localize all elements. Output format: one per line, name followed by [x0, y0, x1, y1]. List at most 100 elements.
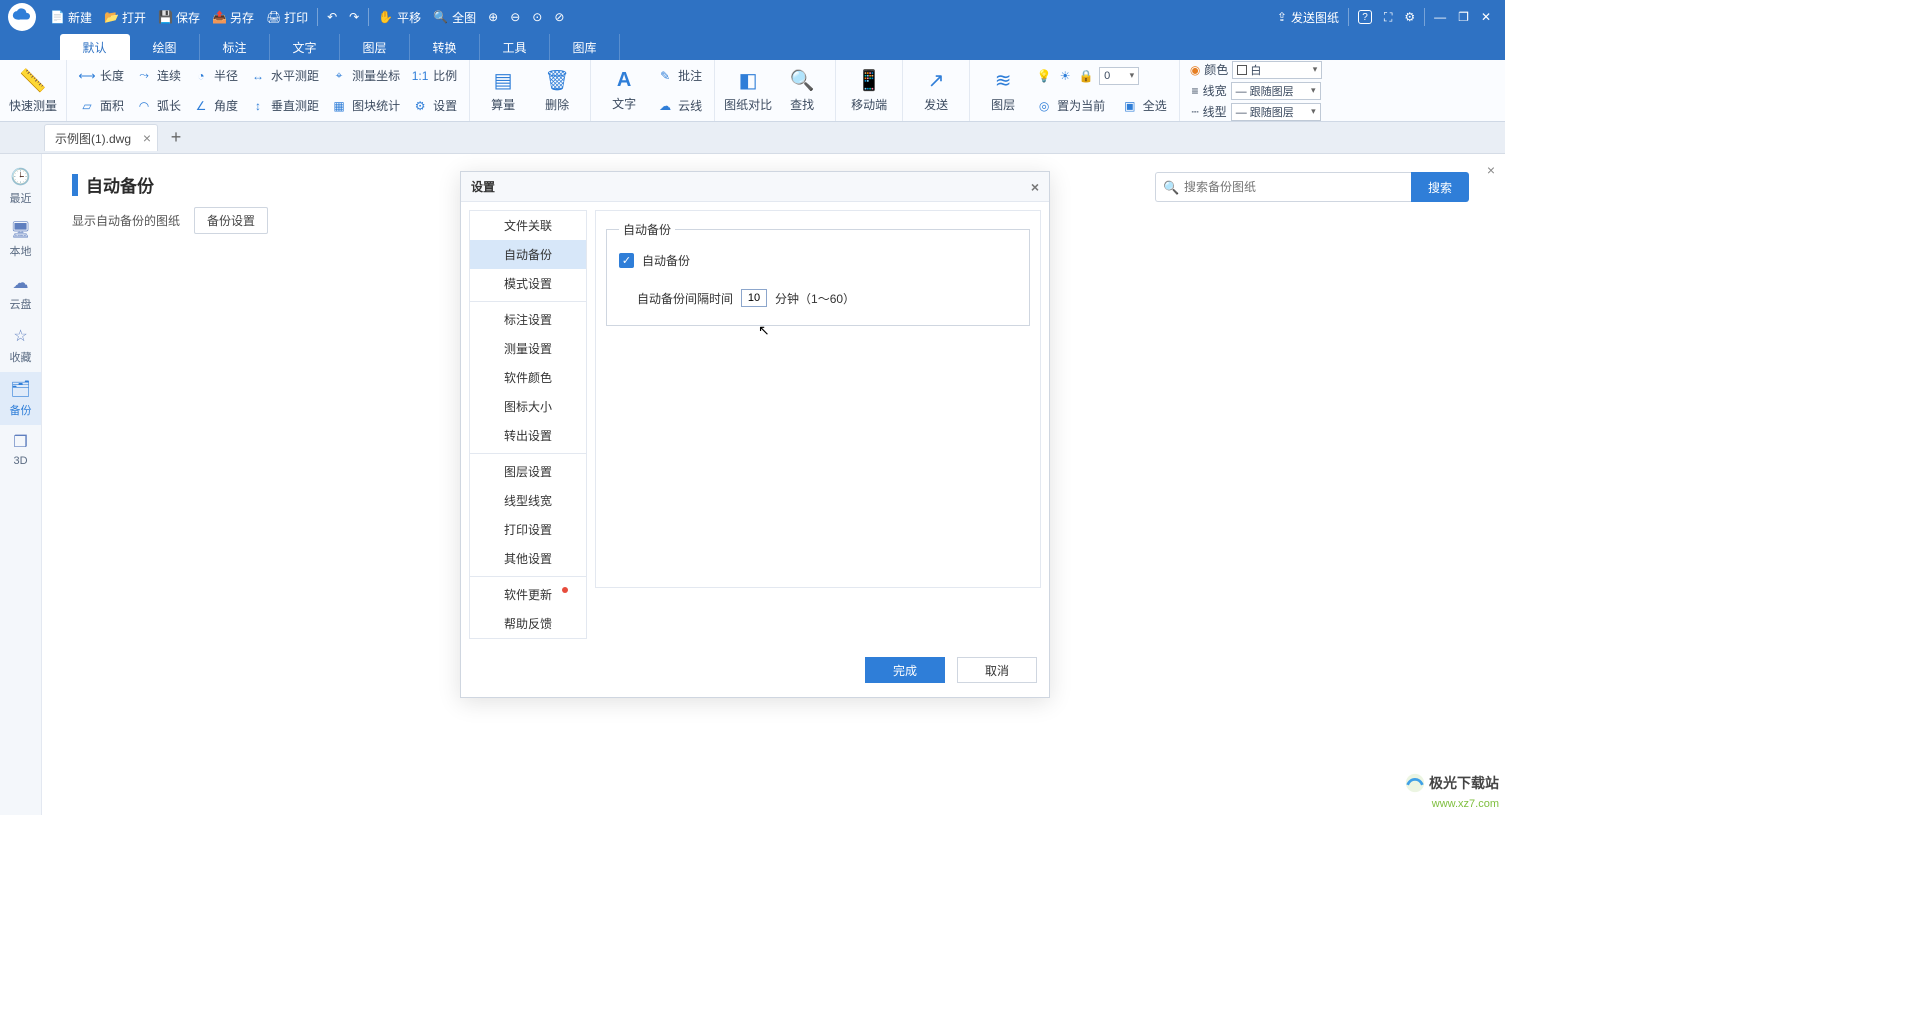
content-close-button[interactable]: ×	[1487, 162, 1495, 178]
nav-other[interactable]: 其他设置	[470, 544, 586, 573]
redo-button[interactable]: ↷	[343, 0, 365, 34]
rail-3d[interactable]: ❒3D	[0, 425, 41, 474]
nav-iconsize[interactable]: 图标大小	[470, 392, 586, 421]
rail-local[interactable]: 🖥本地	[0, 213, 41, 266]
nav-file-assoc[interactable]: 文件关联	[470, 211, 586, 240]
measure-area-button[interactable]: ▱面积	[73, 94, 130, 118]
nav-export[interactable]: 转出设置	[470, 421, 586, 450]
nav-update[interactable]: 软件更新	[470, 580, 586, 609]
interval-input[interactable]	[741, 289, 767, 307]
measure-radius-button[interactable]: ◔半径	[187, 64, 244, 88]
compare-button[interactable]: ◧图纸对比	[721, 62, 775, 120]
send-button[interactable]: ↗发送	[909, 62, 963, 120]
cancel-button[interactable]: 取消	[957, 657, 1037, 683]
layer-state-button[interactable]: 💡☀🔒0▾	[1030, 64, 1173, 88]
zoom-window-button[interactable]: ⊙	[526, 0, 548, 34]
zoom-in-button[interactable]: ⊕	[482, 0, 504, 34]
fieldset-legend: 自动备份	[619, 221, 675, 238]
nav-auto-backup[interactable]: 自动备份	[470, 240, 586, 269]
linetype-select[interactable]: — 跟随图层▾	[1231, 103, 1321, 121]
send-drawing-button[interactable]: ⇪发送图纸	[1271, 0, 1345, 34]
close-window-button[interactable]: ✕	[1475, 0, 1497, 34]
interval-unit: 分钟（1～60）	[775, 290, 855, 307]
zoom-fit-button[interactable]: 🔍全图	[427, 0, 482, 34]
measure-hdist-button[interactable]: ↔水平测距	[244, 64, 325, 88]
layer-select[interactable]: 0▾	[1099, 67, 1139, 85]
search-button[interactable]: 搜索	[1411, 172, 1469, 202]
zoom-out-button[interactable]: ⊖	[504, 0, 526, 34]
nav-layer[interactable]: 图层设置	[470, 457, 586, 486]
rail-favorite[interactable]: ☆收藏	[0, 319, 41, 372]
cloud-icon: ☁	[657, 99, 673, 113]
set-current-button[interactable]: ◎置为当前 ▣全选	[1030, 94, 1173, 118]
find-button[interactable]: 🔍查找	[775, 62, 829, 120]
tab-gallery[interactable]: 图库	[550, 34, 620, 60]
calc-button[interactable]: ▤算量	[476, 62, 530, 120]
measure-settings-button[interactable]: ⚙设置	[406, 94, 463, 118]
tab-text[interactable]: 文字	[270, 34, 340, 60]
nav-measure[interactable]: 测量设置	[470, 334, 586, 363]
nav-print[interactable]: 打印设置	[470, 515, 586, 544]
tab-layer[interactable]: 图层	[340, 34, 410, 60]
backup-settings-button[interactable]: 备份设置	[194, 207, 268, 234]
layers-button[interactable]: ≋图层	[976, 62, 1030, 120]
tab-default[interactable]: 默认	[60, 34, 130, 60]
annotation-button[interactable]: ✎批注	[651, 64, 708, 88]
document-tab[interactable]: 示例图(1).dwg ×	[44, 124, 158, 151]
save-button[interactable]: 💾保存	[152, 0, 206, 34]
maximize-button[interactable]: ❐	[1452, 0, 1475, 34]
settings-button[interactable]: ⚙	[1398, 0, 1421, 34]
rail-backup[interactable]: 🗂备份	[0, 372, 41, 425]
print-button[interactable]: 🖨打印	[260, 0, 314, 34]
dialog-title: 设置	[471, 178, 495, 195]
minimize-button[interactable]: —	[1428, 0, 1452, 34]
pan-button[interactable]: ✋平移	[372, 0, 427, 34]
folder-open-icon: 📂	[104, 10, 118, 24]
linetype-icon: ┄	[1191, 105, 1198, 119]
ratio-button[interactable]: 1:1比例	[406, 64, 463, 88]
nav-feedback[interactable]: 帮助反馈	[470, 609, 586, 638]
measure-arc-button[interactable]: ◠弧长	[130, 94, 187, 118]
block-stat-button[interactable]: ▦图块统计	[325, 94, 406, 118]
linewidth-select[interactable]: — 跟随图层▾	[1231, 82, 1321, 100]
nav-color[interactable]: 软件颜色	[470, 363, 586, 392]
measure-continuous-button[interactable]: ⤳连续	[130, 64, 187, 88]
tab-tools[interactable]: 工具	[480, 34, 550, 60]
tab-close-button[interactable]: ×	[143, 130, 151, 146]
undo-button[interactable]: ↶	[321, 0, 343, 34]
tab-annotate[interactable]: 标注	[200, 34, 270, 60]
saveas-button[interactable]: 📤另存	[206, 0, 260, 34]
help-button[interactable]: ?	[1352, 0, 1378, 34]
measure-angle-button[interactable]: ∠角度	[187, 94, 244, 118]
nav-linetype[interactable]: 线型线宽	[470, 486, 586, 515]
rail-cloud[interactable]: ☁云盘	[0, 266, 41, 319]
cloud-button[interactable]: ☁云线	[651, 94, 708, 118]
ok-button[interactable]: 完成	[865, 657, 945, 683]
watermark: 极光下载站 www.xz7.com	[1404, 772, 1499, 811]
nav-mode[interactable]: 模式设置	[470, 269, 586, 298]
search-input[interactable]	[1155, 172, 1411, 202]
new-button[interactable]: 📄新建	[44, 0, 98, 34]
document-tabs: 示例图(1).dwg × +	[0, 122, 1505, 154]
rail-recent[interactable]: 🕒最近	[0, 160, 41, 213]
open-button[interactable]: 📂打开	[98, 0, 152, 34]
fullscreen-button[interactable]: ⛶	[1378, 0, 1398, 34]
auto-backup-checkbox[interactable]: ✓	[619, 253, 634, 268]
zoom-prev-button[interactable]: ⊘	[548, 0, 570, 34]
measure-length-button[interactable]: ⟷长度	[73, 64, 130, 88]
tab-convert[interactable]: 转换	[410, 34, 480, 60]
zoom-window-icon: ⊙	[532, 10, 542, 24]
settings-dialog: 设置 × 文件关联 自动备份 模式设置 标注设置 测量设置 软件颜色 图标大小 …	[460, 171, 1050, 698]
add-tab-button[interactable]: +	[164, 126, 188, 150]
color-select[interactable]: 白▾	[1232, 61, 1322, 79]
nav-annotation[interactable]: 标注设置	[470, 305, 586, 334]
tab-draw[interactable]: 绘图	[130, 34, 200, 60]
ruler-icon: 📏	[19, 68, 46, 94]
mobile-button[interactable]: 📱移动端	[842, 62, 896, 120]
text-button[interactable]: A文字	[597, 62, 651, 120]
delete-button[interactable]: 🗑删除	[530, 62, 584, 120]
measure-coord-button[interactable]: ⌖测量坐标	[325, 64, 406, 88]
measure-vdist-button[interactable]: ↕垂直测距	[244, 94, 325, 118]
dialog-close-button[interactable]: ×	[1031, 179, 1039, 195]
quick-measure-button[interactable]: 📏 快速测量	[6, 62, 60, 120]
